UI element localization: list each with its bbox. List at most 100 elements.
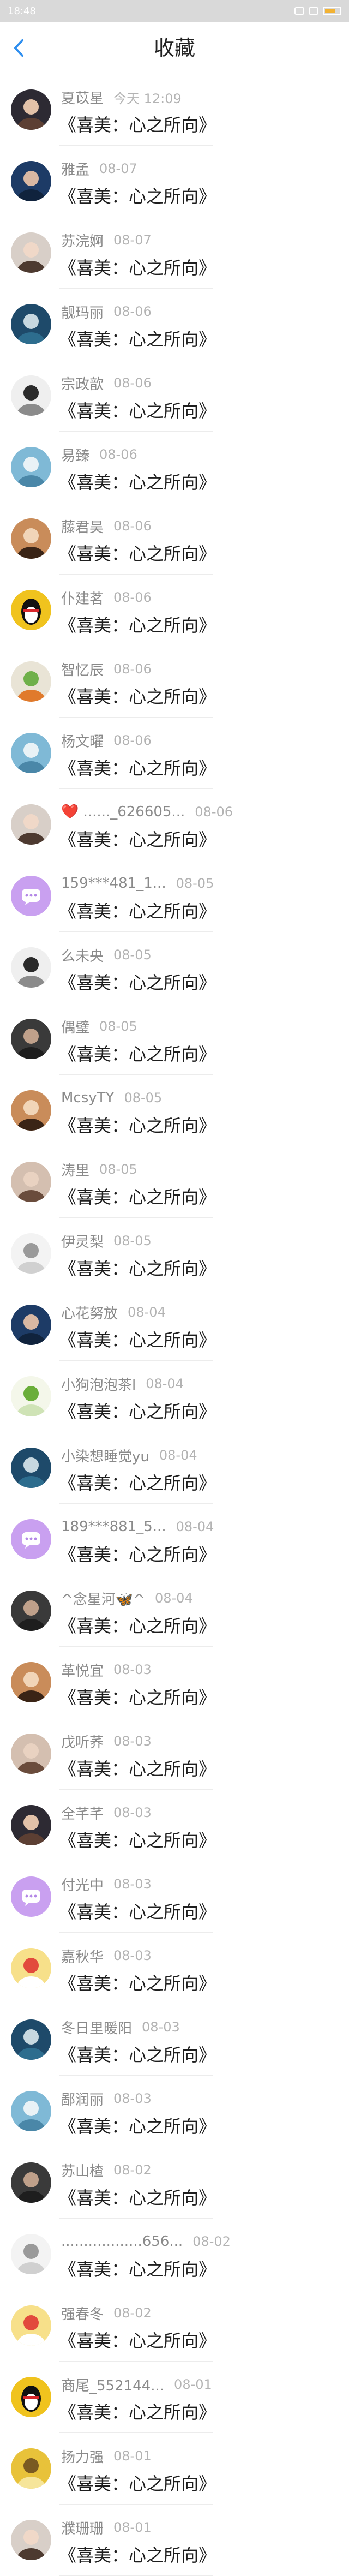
avatar[interactable] <box>11 1162 51 1202</box>
favorite-item[interactable]: 濮珊珊 08-01 《喜美：心之所向》 <box>0 2505 349 2576</box>
avatar[interactable] <box>11 947 51 988</box>
avatar[interactable] <box>11 2234 51 2274</box>
favorite-item[interactable]: 付光中 08-03 《喜美：心之所向》 <box>0 1861 349 1933</box>
avatar[interactable] <box>11 2091 51 2131</box>
status-bar: 18:48 <box>0 0 349 22</box>
favorite-item[interactable]: 小染想睡觉yu 08-04 《喜美：心之所向》 <box>0 1432 349 1504</box>
avatar[interactable] <box>11 2019 51 2060</box>
favorite-item[interactable]: 冬日里暖阳 08-03 《喜美：心之所向》 <box>0 2004 349 2076</box>
avatar[interactable] <box>11 804 51 845</box>
favorite-item[interactable]: 强春冬 08-02 《喜美：心之所向》 <box>0 2290 349 2362</box>
avatar[interactable] <box>11 1305 51 1345</box>
book-title: 《喜美：心之所向》 <box>59 472 216 493</box>
photo-sea-icon <box>11 2091 51 2131</box>
favorite-item[interactable]: 苏山楂 08-02 《喜美：心之所向》 <box>0 2147 349 2219</box>
book-title: 《喜美：心之所向》 <box>59 2402 216 2423</box>
avatar[interactable] <box>11 1876 51 1917</box>
avatar[interactable] <box>11 590 51 630</box>
favorite-item[interactable]: 戊听荞 08-03 《喜美：心之所向》 <box>0 1718 349 1790</box>
timestamp: 08-04 <box>159 1448 197 1463</box>
avatar[interactable] <box>11 518 51 559</box>
avatar[interactable] <box>11 232 51 273</box>
photo-person-icon <box>11 1662 51 1702</box>
favorite-item[interactable]: 偶璧 08-05 《喜美：心之所向》 <box>0 1003 349 1075</box>
favorite-item[interactable]: 革悦宜 08-03 《喜美：心之所向》 <box>0 1647 349 1718</box>
avatar[interactable] <box>11 161 51 201</box>
favorite-item[interactable]: 涛里 08-05 《喜美：心之所向》 <box>0 1146 349 1218</box>
timestamp: 08-04 <box>146 1376 184 1391</box>
avatar[interactable] <box>11 1948 51 1988</box>
avatar[interactable] <box>11 375 51 416</box>
favorite-item[interactable]: 杨文曜 08-06 《喜美：心之所向》 <box>0 718 349 789</box>
favorite-item[interactable]: 智忆辰 08-06 《喜美：心之所向》 <box>0 646 349 718</box>
avatar[interactable] <box>11 1090 51 1131</box>
avatar[interactable] <box>11 2448 51 2489</box>
avatar[interactable] <box>11 304 51 344</box>
avatar[interactable] <box>11 1734 51 1774</box>
book-title: 《喜美：心之所向》 <box>59 2473 216 2494</box>
favorite-item[interactable]: 全芊芊 08-03 《喜美：心之所向》 <box>0 1790 349 1861</box>
photo-person-icon <box>11 2162 51 2203</box>
favorite-item[interactable]: McsyTY 08-05 《喜美：心之所向》 <box>0 1075 349 1146</box>
favorite-item[interactable]: 小狗泡泡茶l 08-04 《喜美：心之所向》 <box>0 1361 349 1432</box>
avatar[interactable] <box>11 447 51 487</box>
favorite-item[interactable]: 嘉秋华 08-03 《喜美：心之所向》 <box>0 1933 349 2004</box>
avatar[interactable] <box>11 1448 51 1488</box>
avatar[interactable] <box>11 2305 51 2346</box>
favorite-item[interactable]: 易臻 08-06 《喜美：心之所向》 <box>0 432 349 503</box>
timestamp: 08-02 <box>192 2234 231 2249</box>
avatar[interactable] <box>11 2520 51 2560</box>
favorite-item[interactable]: ^念星河🦋^ 08-04 《喜美：心之所向》 <box>0 1575 349 1647</box>
avatar[interactable] <box>11 1233 51 1274</box>
favorite-item[interactable]: 夏苡星 今天 12:09 《喜美：心之所向》 <box>0 74 349 146</box>
avatar[interactable] <box>11 1376 51 1416</box>
avatar[interactable] <box>11 89 51 130</box>
photo-person-icon <box>11 1448 51 1488</box>
favorite-item[interactable]: 伊灵梨 08-05 《喜美：心之所向》 <box>0 1218 349 1289</box>
avatar[interactable] <box>11 876 51 916</box>
favorite-item[interactable]: 宗政歆 08-06 《喜美：心之所向》 <box>0 360 349 432</box>
avatar[interactable] <box>11 1805 51 1845</box>
favorite-item[interactable]: 靓玛丽 08-06 《喜美：心之所向》 <box>0 289 349 360</box>
photo-person-icon <box>11 518 51 559</box>
favorite-item[interactable]: 心花努放 08-04 《喜美：心之所向》 <box>0 1289 349 1361</box>
favorite-item[interactable]: 苏浣婀 08-07 《喜美：心之所向》 <box>0 217 349 289</box>
favorite-item[interactable]: 159***481_1... 08-05 《喜美：心之所向》 <box>0 860 349 932</box>
photo-sketch-icon <box>11 2234 51 2274</box>
timestamp: 08-05 <box>176 876 214 891</box>
avatar[interactable] <box>11 2162 51 2203</box>
avatar[interactable] <box>11 1662 51 1702</box>
favorite-item[interactable]: 扬力强 08-01 《喜美：心之所向》 <box>0 2433 349 2505</box>
favorite-item[interactable]: 仆建茗 08-06 《喜美：心之所向》 <box>0 575 349 646</box>
favorite-item[interactable]: 藤君昊 08-06 《喜美：心之所向》 <box>0 503 349 575</box>
timestamp: 08-05 <box>99 1162 137 1177</box>
avatar[interactable] <box>11 2377 51 2417</box>
timestamp: 08-03 <box>113 1805 152 1820</box>
item-meta: 嘉秋华 08-03 <box>61 1945 338 1967</box>
favorite-item[interactable]: 么未央 08-05 《喜美：心之所向》 <box>0 932 349 1003</box>
timestamp: 08-04 <box>154 1591 193 1606</box>
chat-bubble-icon <box>11 1876 51 1917</box>
favorite-item[interactable]: 鄙润丽 08-03 《喜美：心之所向》 <box>0 2076 349 2147</box>
user-name: 苏浣婀 <box>61 233 104 250</box>
user-name: 189***881_5... <box>61 1519 166 1535</box>
favorite-item[interactable]: 189***881_5... 08-04 《喜美：心之所向》 <box>0 1504 349 1575</box>
favorite-item[interactable]: 商尾_552144... 08-01 《喜美：心之所向》 <box>0 2362 349 2433</box>
timestamp: 08-05 <box>113 1233 152 1248</box>
avatar[interactable] <box>11 733 51 773</box>
book-title: 《喜美：心之所向》 <box>59 2045 216 2065</box>
avatar[interactable] <box>11 1519 51 1559</box>
avatar[interactable] <box>11 1591 51 1631</box>
book-title: 《喜美：心之所向》 <box>59 2259 216 2280</box>
avatar[interactable] <box>11 661 51 702</box>
user-name: McsyTY <box>61 1090 115 1106</box>
photo-logo-icon <box>11 661 51 702</box>
favorite-item[interactable]: 雅孟 08-07 《喜美：心之所向》 <box>0 146 349 217</box>
favorite-item[interactable]: ❤️ ......_626605... 08-06 《喜美：心之所向》 <box>0 789 349 860</box>
book-title: 《喜美：心之所向》 <box>59 1544 216 1565</box>
chat-bubble-icon <box>11 1519 51 1559</box>
favorite-item[interactable]: ..................656... 08-02 《喜美：心之所向》 <box>0 2219 349 2290</box>
user-name: 藤君昊 <box>61 519 104 536</box>
user-name: 革悦宜 <box>61 1663 104 1680</box>
avatar[interactable] <box>11 1019 51 1059</box>
